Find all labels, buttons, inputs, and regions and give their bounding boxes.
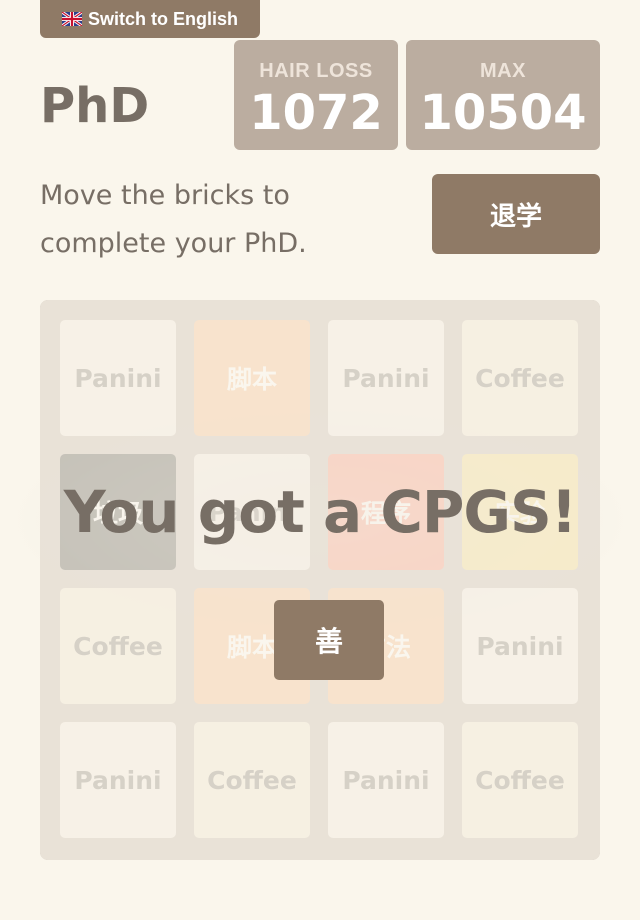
game-over-overlay [40, 300, 600, 860]
best-score-value: 10504 [419, 85, 587, 141]
game-intro: Move the bricks to complete your PhD. [40, 180, 307, 259]
switch-language-button[interactable]: Switch to English [40, 0, 260, 38]
switch-language-label: Switch to English [87, 8, 238, 29]
best-score-box: MAX 10504 [406, 40, 600, 150]
quit-button[interactable]: 退学 [432, 174, 600, 254]
continue-button[interactable]: 善 [274, 600, 384, 680]
best-score-label: MAX [480, 60, 526, 82]
game-message: You got a CPGS! [63, 478, 578, 546]
uk-flag-icon [61, 12, 82, 26]
current-score-value: 1072 [249, 85, 383, 141]
current-score-label: HAIR LOSS [259, 60, 373, 82]
current-score-box: HAIR LOSS 1072 [234, 40, 398, 150]
page-title: PhD [40, 78, 150, 134]
